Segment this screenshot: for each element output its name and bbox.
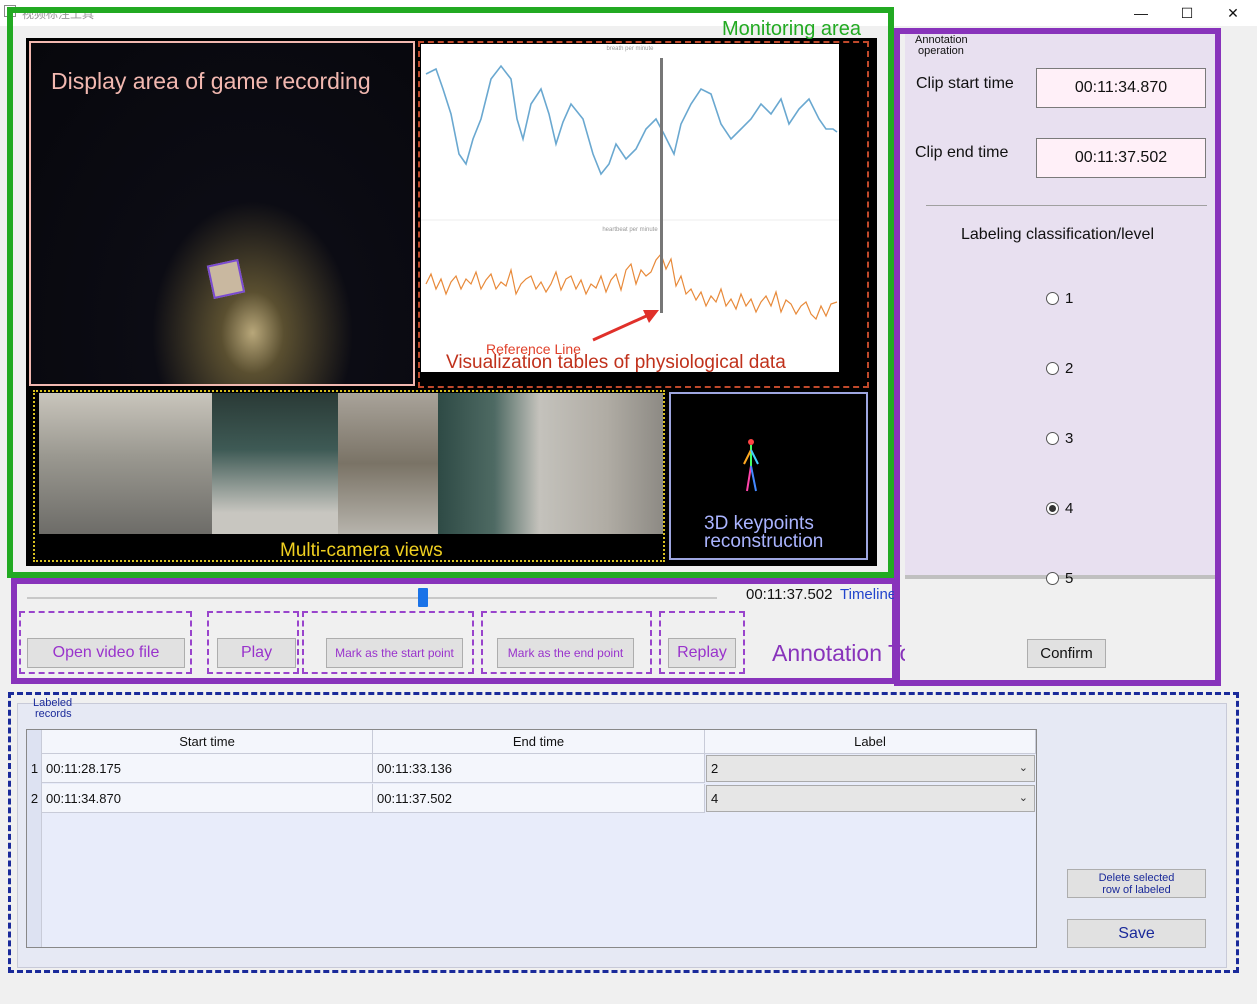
minimize-icon[interactable]: — xyxy=(1118,0,1164,26)
chevron-down-icon: ⌄ xyxy=(1018,762,1028,774)
monitoring-area-label: Monitoring area xyxy=(722,18,861,40)
chevron-down-icon: ⌄ xyxy=(1018,792,1028,804)
timeline-track[interactable] xyxy=(27,597,717,599)
column-header-label[interactable]: Label xyxy=(705,730,1036,754)
table-cell-end[interactable]: 00:11:33.136 xyxy=(373,754,705,783)
close-icon[interactable]: ✕ xyxy=(1210,0,1256,26)
save-button[interactable]: Save xyxy=(1067,919,1206,948)
column-header-start[interactable]: Start time xyxy=(42,730,373,754)
open-video-button[interactable]: Open video file xyxy=(27,638,185,668)
mark-start-button[interactable]: Mark as the start point xyxy=(326,638,463,668)
label-dropdown-row-1[interactable]: 2 ⌄ xyxy=(706,755,1035,782)
timeline-thumb[interactable] xyxy=(418,588,428,607)
maximize-icon[interactable]: ☐ xyxy=(1164,0,1210,26)
delete-row-button[interactable]: Delete selected row of labeled xyxy=(1067,869,1206,898)
table-cell-end[interactable]: 00:11:37.502 xyxy=(373,784,705,813)
current-time: 00:11:37.502 xyxy=(746,586,833,603)
mark-end-button[interactable]: Mark as the end point xyxy=(497,638,634,668)
table-cell-start[interactable]: 00:11:28.175 xyxy=(42,754,373,783)
replay-button[interactable]: Replay xyxy=(668,638,736,668)
row-index-2[interactable]: 2 xyxy=(27,784,42,813)
annotation-panel-frame xyxy=(894,28,1221,686)
table-cell-start[interactable]: 00:11:34.870 xyxy=(42,784,373,813)
records-caption: Labeled records xyxy=(33,697,73,720)
label-dropdown-row-2[interactable]: 4 ⌄ xyxy=(706,785,1035,812)
row-index-1[interactable]: 1 xyxy=(27,754,42,783)
play-button[interactable]: Play xyxy=(217,638,296,668)
timeline-label: Timeline xyxy=(840,586,897,603)
column-header-end[interactable]: End time xyxy=(373,730,705,754)
monitoring-area-frame xyxy=(7,7,894,578)
